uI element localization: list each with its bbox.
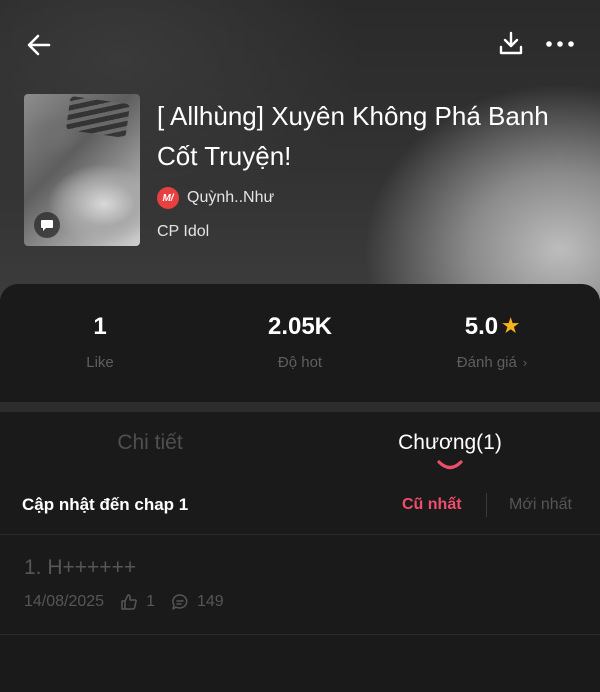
comment-icon: [172, 594, 188, 610]
chapter-comments: 149: [196, 593, 224, 610]
story-category[interactable]: CP Idol: [157, 223, 209, 241]
hot-label: Độ hot: [277, 354, 323, 371]
chevron-right-icon: ›: [522, 355, 528, 370]
list-divider: [0, 534, 600, 535]
stat-likes: 1 Like: [0, 312, 200, 371]
tab-details[interactable]: Chi tiết: [0, 431, 300, 455]
hot-value: 2.05K: [267, 313, 333, 340]
stat-rating[interactable]: 5.0 ★ Đánh giá ›: [392, 312, 592, 371]
section-divider: [0, 402, 600, 412]
download-icon: [499, 31, 523, 55]
stat-hot: 2.05K Độ hot: [200, 312, 400, 371]
rating-label-row: Đánh giá ›: [392, 354, 592, 371]
story-title: [ Allhùng] Xuyên Không Phá Banh Cốt Truy…: [157, 101, 549, 171]
list-divider: [0, 634, 600, 635]
download-button[interactable]: [496, 28, 526, 58]
top-bar: [0, 26, 600, 62]
sort-oldest-button[interactable]: Cũ nhất: [402, 496, 462, 514]
tab-active-indicator: [437, 460, 463, 470]
arrow-left-icon: [27, 34, 51, 56]
chapter-meta: 14/08/2025 1 149: [24, 593, 224, 611]
back-button[interactable]: [24, 30, 54, 60]
chapter-likes: 1: [146, 593, 155, 610]
star-icon: ★: [502, 316, 520, 337]
rating-value: 5.0: [464, 313, 499, 340]
more-options-button[interactable]: [544, 28, 576, 58]
chapter-date: 14/08/2025: [24, 593, 105, 610]
chapter-title: 1. H++++++: [24, 556, 137, 579]
update-status: Cập nhật đến chap 1: [22, 495, 189, 514]
more-horizontal-icon: [546, 41, 574, 47]
list-item[interactable]: 1. H++++++ 14/08/2025 1 149: [0, 536, 600, 634]
chapter-sort-bar: Cập nhật đến chap 1 Cũ nhất Mới nhất: [0, 488, 600, 524]
sort-divider: [486, 493, 487, 517]
cover-art: [65, 95, 131, 139]
sort-newest-button[interactable]: Mới nhất: [509, 496, 572, 514]
rating-value-row: 5.0 ★: [465, 312, 519, 342]
author-row[interactable]: M/ Quỳnh..Như: [157, 186, 274, 210]
chat-bubble-icon: [34, 212, 60, 238]
tab-chapters[interactable]: Chương(1): [300, 431, 600, 455]
author-name: Quỳnh..Như: [187, 189, 275, 206]
thumbs-up-icon: [121, 594, 137, 610]
likes-label: Like: [86, 354, 114, 371]
author-logo: M/: [157, 187, 179, 209]
rating-label: Đánh giá: [456, 354, 517, 371]
story-cover[interactable]: [24, 94, 140, 246]
likes-value: 1: [93, 313, 107, 340]
